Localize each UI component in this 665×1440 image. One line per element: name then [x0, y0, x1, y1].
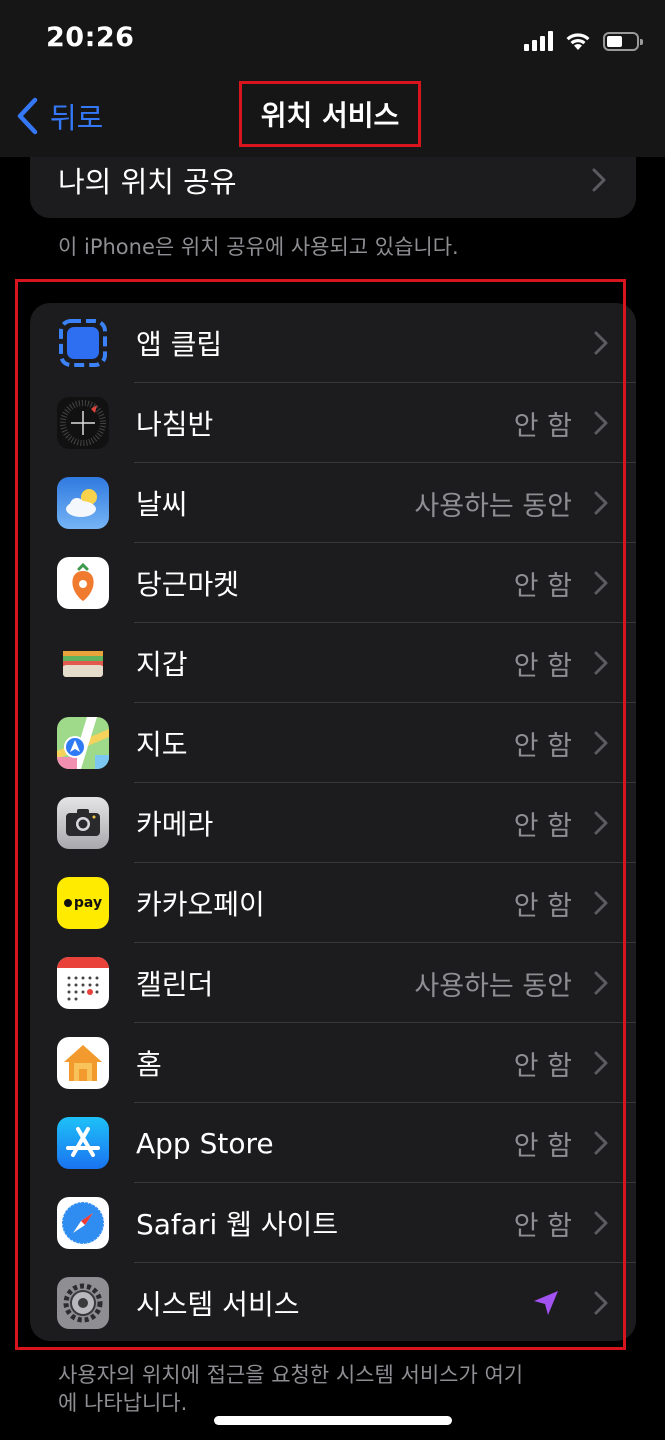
location-permission-value: 안 함 — [513, 1130, 572, 1162]
battery-icon — [603, 31, 643, 51]
location-permission-value: 안 함 — [513, 410, 572, 442]
list-item[interactable]: 당근마켓 안 함 — [30, 543, 636, 623]
app-name: 당근마켓 — [136, 568, 240, 601]
back-label: 뒤로 — [50, 101, 104, 135]
location-permission-value: 사용하는 동안 — [414, 970, 572, 1002]
chevron-right-icon — [594, 571, 608, 595]
list-item[interactable]: 지도 안 함 — [30, 703, 636, 783]
location-permission-value: 안 함 — [513, 730, 572, 762]
app-name: 카메라 — [136, 808, 214, 841]
chevron-right-icon — [594, 1131, 608, 1155]
location-permission-value: 안 함 — [513, 890, 572, 922]
list-item[interactable]: 캘린더 사용하는 동안 — [30, 943, 636, 1023]
app-store-icon — [57, 1117, 109, 1169]
status-icons — [524, 26, 643, 56]
compass-icon — [57, 397, 109, 449]
chevron-right-icon — [592, 168, 606, 192]
chevron-right-icon — [594, 891, 608, 915]
app-name: 카카오페이 — [136, 888, 265, 921]
share-my-location-row[interactable]: 나의 위치 공유 — [30, 157, 636, 203]
list-item[interactable]: App Store 안 함 — [30, 1103, 636, 1183]
chevron-right-icon — [594, 411, 608, 435]
list-item[interactable]: 앱 클립 — [30, 303, 636, 383]
location-arrow-icon — [534, 1291, 558, 1315]
list-item[interactable]: Safari 웹 사이트 안 함 — [30, 1183, 636, 1263]
wifi-icon — [566, 33, 590, 50]
app-name: 앱 클립 — [136, 328, 223, 361]
back-button[interactable]: 뒤로 — [14, 96, 103, 136]
list-item[interactable]: 시스템 서비스 — [30, 1263, 636, 1341]
chevron-right-icon — [594, 331, 608, 355]
location-permission-value: 안 함 — [513, 1210, 572, 1242]
status-time: 20:26 — [46, 22, 135, 53]
location-permission-value: 안 함 — [513, 1050, 572, 1082]
app-name: 지도 — [136, 728, 188, 761]
chevron-right-icon — [594, 651, 608, 675]
chevron-right-icon — [594, 1051, 608, 1075]
safari-icon — [57, 1197, 109, 1249]
chevron-right-icon — [594, 811, 608, 835]
location-permission-value: 안 함 — [513, 810, 572, 842]
calendar-icon — [57, 957, 109, 1009]
list-item[interactable]: 나침반 안 함 — [30, 383, 636, 463]
chevron-right-icon — [594, 731, 608, 755]
screen: 20:26 뒤로 위치 서비스 나의 위치 공유 이 iPhone은 위치 공유… — [0, 0, 665, 1440]
list-item[interactable]: 홈 안 함 — [30, 1023, 636, 1103]
list-item[interactable]: 카메라 안 함 — [30, 783, 636, 863]
navigation-bar: 20:26 뒤로 위치 서비스 — [0, 0, 665, 157]
weather-icon — [57, 477, 109, 529]
app-name: Safari 웹 사이트 — [136, 1208, 339, 1241]
carrot-market-icon — [57, 557, 109, 609]
list-item[interactable]: 지갑 안 함 — [30, 623, 636, 703]
home-icon — [57, 1037, 109, 1089]
list-item[interactable]: 날씨 사용하는 동안 — [30, 463, 636, 543]
chevron-right-icon — [594, 1291, 608, 1315]
app-name: 시스템 서비스 — [136, 1288, 300, 1321]
app-name: 날씨 — [136, 488, 188, 521]
app-name: 지갑 — [136, 648, 188, 681]
app-clips-icon — [57, 317, 109, 369]
app-name: 홈 — [136, 1048, 162, 1081]
camera-icon — [57, 797, 109, 849]
chevron-right-icon — [594, 971, 608, 995]
chevron-left-icon — [17, 97, 38, 135]
system-services-caption: 사용자의 위치에 접근을 요청한 시스템 서비스가 여기에 나타납니다. — [58, 1363, 524, 1415]
page-title: 위치 서비스 — [260, 99, 400, 132]
maps-icon — [57, 717, 109, 769]
app-name: App Store — [136, 1126, 274, 1160]
share-caption: 이 iPhone은 위치 공유에 사용되고 있습니다. — [58, 235, 459, 259]
kakaopay-icon: pay — [57, 877, 109, 929]
settings-gear-icon — [57, 1277, 109, 1329]
title-highlight-box: 위치 서비스 — [239, 81, 421, 147]
location-permission-value: 안 함 — [513, 570, 572, 602]
app-list: 앱 클립 나침반 안 함 날씨 사용하는 동안 당근마켓 안 함 지갑 안 함 … — [30, 303, 636, 1341]
kakaopay-icon-text: pay — [73, 895, 103, 911]
chevron-right-icon — [594, 1211, 608, 1235]
list-item[interactable]: pay 카카오페이 안 함 — [30, 863, 636, 943]
home-indicator — [214, 1416, 452, 1425]
app-name: 나침반 — [136, 408, 214, 441]
location-permission-value: 안 함 — [513, 650, 572, 682]
chevron-right-icon — [594, 491, 608, 515]
location-permission-value: 사용하는 동안 — [414, 490, 572, 522]
share-my-location-label: 나의 위치 공유 — [58, 165, 237, 199]
app-name: 캘린더 — [136, 968, 214, 1001]
wallet-icon — [57, 637, 109, 689]
cellular-signal-icon — [524, 31, 553, 51]
